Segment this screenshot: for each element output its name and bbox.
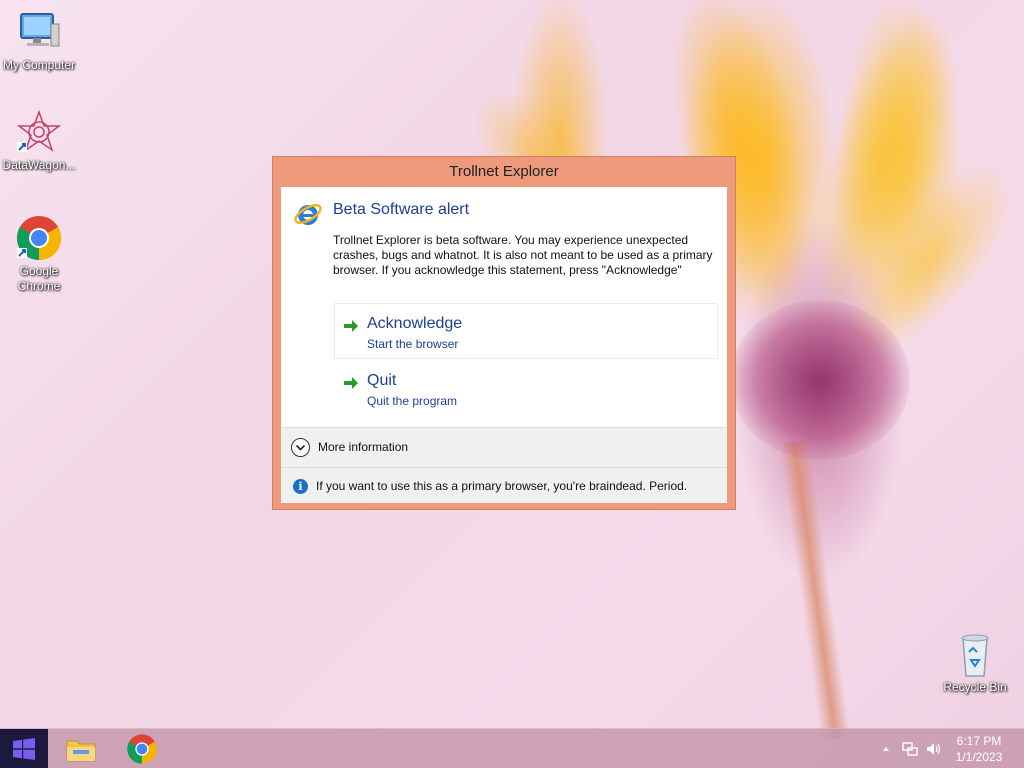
green-arrow-icon xyxy=(343,375,359,389)
acknowledge-label: Acknowledge xyxy=(367,315,463,332)
desktop-icon-label: My Computer xyxy=(2,58,76,72)
alert-dialog: Trollnet Explorer Beta Software alert Tr… xyxy=(272,156,736,510)
windows-logo-icon xyxy=(12,737,36,761)
more-information-expander[interactable]: More information xyxy=(281,427,727,467)
start-button[interactable] xyxy=(0,729,48,768)
clock[interactable]: 6:17 PM 1/1/2023 xyxy=(948,733,1010,765)
dialog-header: Beta Software alert xyxy=(293,199,713,229)
chrome-icon xyxy=(15,214,63,262)
desktop-icon-label: Google Chrome xyxy=(17,264,61,293)
recycle-bin-icon xyxy=(951,630,999,678)
desktop-icon-my-computer[interactable]: My Computer xyxy=(1,8,77,73)
acknowledge-sublabel: Start the browser xyxy=(367,337,459,351)
dialog-message: Trollnet Explorer is beta software. You … xyxy=(333,233,713,277)
network-icon[interactable] xyxy=(902,741,918,757)
desktop-icon-google-chrome[interactable]: Google Chrome xyxy=(1,214,77,294)
chrome-icon xyxy=(126,733,158,765)
dialog-client: Beta Software alert Trollnet Explorer is… xyxy=(281,187,727,503)
clock-time: 6:17 PM xyxy=(956,734,1002,748)
taskbar: 6:17 PM 1/1/2023 xyxy=(0,728,1024,768)
taskbar-chrome[interactable] xyxy=(112,729,172,768)
quit-label: Quit xyxy=(367,372,397,389)
datawagon-icon xyxy=(15,108,63,156)
desktop-icon-datawagon[interactable]: DataWagon... xyxy=(1,108,77,173)
footer-text: If you want to use this as a primary bro… xyxy=(316,479,688,493)
system-tray: 6:17 PM 1/1/2023 xyxy=(864,729,1024,768)
volume-icon[interactable] xyxy=(926,741,942,757)
wallpaper-flower-center xyxy=(730,300,910,460)
taskbar-file-explorer[interactable] xyxy=(52,729,112,768)
green-arrow-icon xyxy=(343,318,359,332)
quit-button[interactable]: Quit Quit the program xyxy=(334,360,718,416)
dialog-footer: i If you want to use this as a primary b… xyxy=(281,467,727,503)
desktop-icon-recycle-bin[interactable]: Recycle Bin xyxy=(937,630,1013,695)
wallpaper-stem xyxy=(779,439,851,741)
quit-sublabel: Quit the program xyxy=(367,394,458,408)
chevron-up-icon[interactable] xyxy=(878,741,894,757)
desktop-icon-label: DataWagon... xyxy=(2,158,76,172)
computer-icon xyxy=(15,8,63,56)
chevron-down-icon[interactable] xyxy=(291,438,310,457)
more-information-label: More information xyxy=(318,440,409,454)
info-icon: i xyxy=(293,479,308,494)
acknowledge-button[interactable]: Acknowledge Start the browser xyxy=(334,303,718,359)
dialog-heading: Beta Software alert xyxy=(333,201,470,218)
file-explorer-icon xyxy=(65,735,97,763)
clock-date: 1/1/2023 xyxy=(955,750,1003,764)
desktop-icon-label: Recycle Bin xyxy=(943,680,1007,694)
internet-explorer-icon xyxy=(293,199,323,229)
dialog-title[interactable]: Trollnet Explorer xyxy=(273,157,735,187)
